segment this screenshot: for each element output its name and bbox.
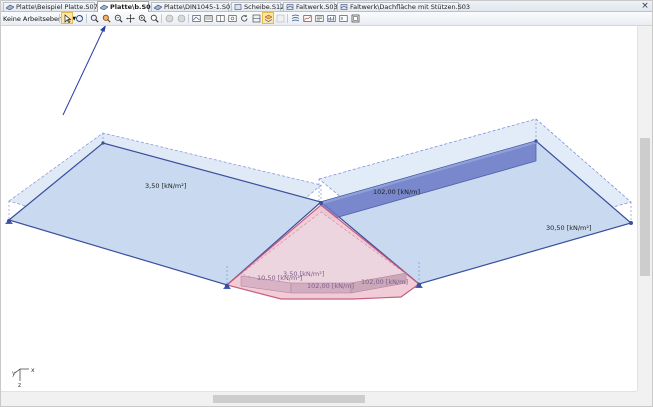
axis-label-z: z [18,382,21,389]
refresh-icon [240,14,247,21]
tab-beispiel-platte[interactable]: Platte\Beispiel Platte.S07 [3,2,98,11]
redo-view-button[interactable] [176,13,186,23]
pan-icon [125,13,135,23]
redo-view-icon [177,14,185,22]
middle-line-load-label-1: 102,00 [kN/m] [307,282,354,290]
undo-view-button[interactable] [164,13,174,23]
view-button-1[interactable] [191,13,201,23]
view-button-3[interactable] [215,13,225,23]
display-button-2[interactable] [314,13,324,23]
left-plate-load-label: 3,50 [kN/m²] [145,182,186,190]
axis-label-x: x [31,367,35,374]
view-button-5[interactable] [251,13,261,23]
support-mid-top [319,201,323,205]
axis-triad: y x z [12,367,35,389]
tab-scheibe[interactable]: Scheibe.S12 [231,2,285,11]
axis-label-y: y [12,370,16,377]
folded-plate-document-icon [286,4,294,10]
tab-label: Faltwerk\Dachfläche mit Stützen.S03 [350,3,471,11]
tab-label: Platte\DIN1045-1.S07 [164,3,235,11]
tab-label: Scheibe.S12 [244,3,285,11]
select-arrow-button[interactable] [61,12,73,24]
toolbar-separator [161,14,162,23]
display-icon-3 [327,14,336,22]
view-icon-2 [204,14,213,22]
pan-button[interactable] [125,13,135,23]
undo-view-icon [165,14,173,22]
vertical-scroll-thumb[interactable] [640,138,650,276]
view-icon-4 [228,14,237,22]
layers-icon [263,14,273,22]
zoom-window-button[interactable] [89,13,99,23]
display-icon-5 [351,14,359,22]
grid-icon [276,14,284,22]
refresh-button[interactable] [239,13,249,23]
middle-left-load-label: 10,50 [kN/m²] [257,274,303,282]
tab-din1045[interactable]: Platte\DIN1045-1.S07 [151,2,234,11]
grid-button[interactable] [275,13,285,23]
tab-label: Platte\b.S07 [110,3,156,11]
settings-button[interactable] [290,13,300,23]
right-line-load-label: 102,00 [kN/m] [373,188,420,196]
scrollbar-corner [637,391,652,406]
display-button-4[interactable] [338,13,348,23]
annotation-arrow [62,25,106,116]
tab-label: Platte\Beispiel Platte.S07 [16,3,98,11]
view-icon-3 [216,14,225,22]
view-toolbar: Keine Arbeitsebenen ▼ [1,12,652,26]
vertical-scrollbar[interactable] [637,26,652,391]
rotate-view-icon [75,14,83,22]
display-icon-4 [339,14,348,22]
toolbar-separator [188,14,189,23]
model-viewport[interactable]: 3,50 [kN/m²] 102,00 [kN/m] 30,50 [kN/m²]… [1,25,637,391]
view-button-4[interactable] [227,13,237,23]
display-button-3[interactable] [326,13,336,23]
document-tab-strip: Platte\Beispiel Platte.S07 Platte\b.S07 … [1,1,652,12]
toolbar-separator [86,14,87,23]
view-icon-1 [192,14,201,22]
view-button-2[interactable] [203,13,213,23]
zoom-all-icon [114,14,123,23]
zoom-in-button[interactable] [137,13,147,23]
application-window: Platte\Beispiel Platte.S07 Platte\b.S07 … [0,0,653,407]
display-icon-2 [315,14,324,22]
zoom-button[interactable] [101,13,111,23]
settings-icon [291,14,299,21]
layers-button[interactable] [262,12,274,24]
workplane-dropdown-value: Keine Arbeitsebenen [3,14,71,23]
zoom-all-button[interactable] [113,13,123,23]
display-button-1[interactable] [302,13,312,23]
folded-plate-document-icon [340,4,348,10]
close-tab-button[interactable]: × [640,1,650,11]
tab-b-s07[interactable]: Platte\b.S07 [97,1,155,12]
toolbar-separator [59,14,60,23]
horizontal-scrollbar[interactable] [1,391,637,406]
tab-faltwerk[interactable]: Faltwerk.S03 [283,2,338,11]
plate-document-icon [100,4,108,10]
middle-line-load-label-2: 102,00 [kN/m] [361,278,408,286]
plate-document-icon [154,4,162,10]
tab-dachflaeche[interactable]: Faltwerk\Dachfläche mit Stützen.S03 [337,2,470,11]
rotate-view-button[interactable] [74,13,84,23]
tab-label: Faltwerk.S03 [296,3,338,11]
model-drawing: 3,50 [kN/m²] 102,00 [kN/m] 30,50 [kN/m²]… [5,25,633,389]
zoom-out-button[interactable] [149,13,159,23]
zoom-icon [102,14,111,23]
plate-document-icon [6,4,14,10]
wall-document-icon [234,4,242,10]
zoom-in-icon [138,14,147,23]
view-icon-5 [252,14,260,22]
select-arrow-icon [64,13,71,23]
right-plate-load-label: 30,50 [kN/m²] [546,224,592,232]
display-button-5[interactable] [350,13,360,23]
horizontal-scroll-thumb[interactable] [213,395,365,403]
display-icon-1 [303,14,312,22]
zoom-window-icon [90,14,99,23]
toolbar-separator [287,14,288,23]
zoom-out-icon [150,14,159,23]
